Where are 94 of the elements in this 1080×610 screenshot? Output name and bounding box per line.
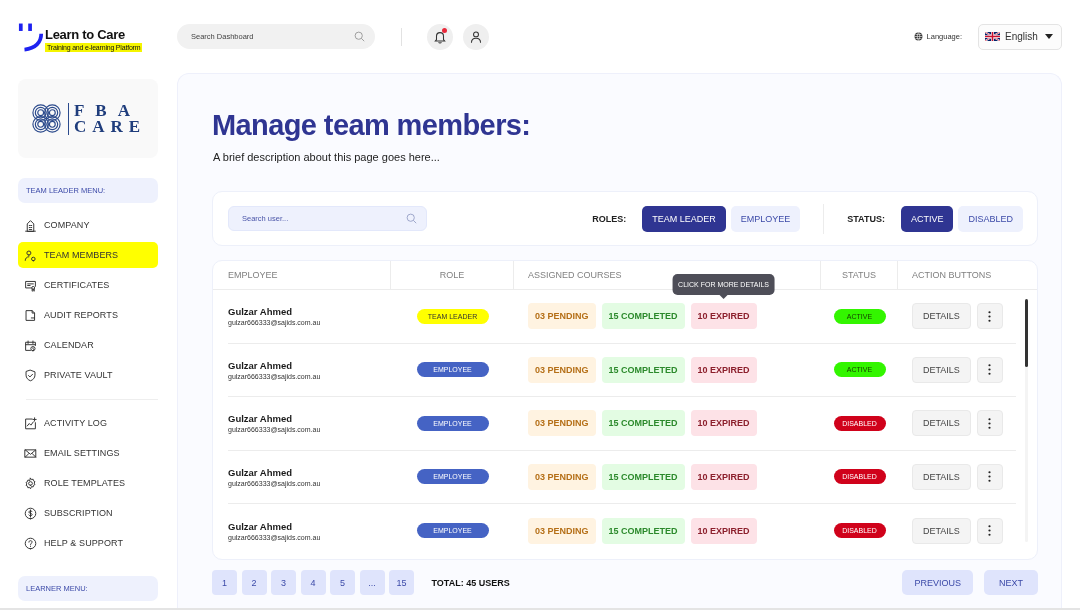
chart-icon — [24, 416, 37, 430]
column-header: ROLE — [391, 261, 514, 289]
course-count-chip[interactable]: 10 EXPIRED — [690, 410, 757, 437]
envelope-icon — [24, 446, 37, 460]
column-header: EMPLOYEE — [213, 261, 391, 289]
search-icon — [354, 31, 365, 42]
filter-label: STATUS: — [847, 213, 885, 224]
kebab-menu-icon — [988, 310, 992, 322]
sidebar-item[interactable]: CERTIFICATES — [18, 272, 158, 298]
dollar-icon — [24, 506, 37, 520]
course-count-chip[interactable]: 15 COMPLETED — [601, 356, 685, 383]
profile-button[interactable] — [463, 23, 489, 50]
details-button[interactable]: DETAILS — [912, 463, 971, 490]
details-button[interactable]: DETAILS — [912, 356, 971, 383]
shield-check-icon — [24, 368, 37, 382]
kebab-menu-icon — [988, 525, 992, 537]
course-count-chip[interactable]: 15 COMPLETED — [601, 463, 685, 490]
course-count-chip[interactable]: 10 EXPIRED — [690, 463, 757, 490]
details-button[interactable]: DETAILS — [912, 410, 971, 437]
details-button[interactable]: DETAILS — [912, 303, 971, 330]
language-dropdown[interactable]: English — [978, 23, 1062, 50]
column-header: STATUS — [821, 261, 898, 289]
page-button[interactable]: 5 — [330, 570, 355, 595]
question-icon — [24, 536, 37, 550]
page-button[interactable]: 4 — [300, 570, 326, 595]
more-options-button[interactable] — [976, 356, 1003, 383]
member-name: Gulzar Ahmed — [228, 520, 293, 532]
next-button[interactable]: NEXT — [984, 570, 1038, 595]
page-description: A brief description about this page goes here... — [213, 150, 441, 165]
member-name: Gulzar Ahmed — [228, 359, 293, 371]
sidebar-item[interactable]: HELP & SUPPORT — [18, 530, 158, 556]
member-name: Gulzar Ahmed — [228, 466, 293, 478]
notification-button[interactable] — [427, 23, 453, 50]
sidebar-item[interactable]: COMPANY — [18, 212, 158, 238]
course-count-chip[interactable]: 03 PENDING — [528, 356, 596, 383]
page-button[interactable]: 3 — [271, 570, 296, 595]
page-title: Manage team members: — [212, 108, 532, 143]
sidebar-item[interactable]: AUDIT REPORTS — [18, 302, 158, 328]
status-filter-button[interactable]: DISABLED — [958, 205, 1023, 232]
scrollbar-thumb[interactable] — [1025, 299, 1028, 367]
certificate-icon — [24, 278, 37, 292]
user-icon — [469, 29, 483, 44]
previous-button[interactable]: PREVIOUS — [902, 570, 973, 595]
course-count-chip[interactable]: 15 COMPLETED — [601, 410, 685, 437]
role-filter-button[interactable]: TEAM LEADER — [642, 205, 726, 232]
kebab-menu-icon — [988, 364, 992, 376]
kebab-menu-icon — [988, 417, 992, 429]
brand-name: Learn to Care — [45, 26, 125, 42]
gear-icon — [24, 476, 37, 490]
sidebar-item[interactable]: EMAIL SETTINGS — [18, 440, 158, 466]
building-icon — [24, 218, 37, 232]
status-filter-button[interactable]: ACTIVE — [900, 205, 954, 232]
sidebar-item[interactable]: TEAM MEMBERS — [18, 242, 158, 268]
more-options-button[interactable] — [976, 463, 1003, 490]
course-count-chip[interactable]: 03 PENDING — [528, 517, 596, 544]
uk-flag-icon — [985, 32, 1000, 41]
page-button[interactable]: 2 — [241, 570, 267, 595]
member-name: Gulzar Ahmed — [228, 413, 293, 425]
sidebar-item[interactable]: PRIVATE VAULT — [18, 362, 158, 388]
bell-icon — [433, 29, 447, 44]
more-options-button[interactable] — [976, 303, 1003, 330]
globe-icon — [913, 32, 923, 41]
sidebar-item[interactable]: ROLE TEMPLATES — [18, 470, 158, 496]
column-header: ACTION BUTTONS — [911, 269, 993, 282]
calendar-icon — [24, 338, 37, 352]
page-button[interactable]: 1 — [212, 570, 237, 595]
more-options-button[interactable] — [976, 410, 1003, 437]
course-count-chip[interactable]: 03 PENDING — [528, 410, 596, 437]
course-count-chip[interactable]: 10 EXPIRED — [690, 356, 757, 383]
sidebar-item[interactable]: SUBSCRIPTION — [18, 500, 158, 526]
member-name: Gulzar Ahmed — [228, 306, 293, 318]
document-icon — [24, 308, 37, 322]
course-count-chip[interactable]: 10 EXPIRED — [690, 517, 757, 544]
page-button[interactable]: ... — [359, 570, 385, 595]
details-button[interactable]: DETAILS — [912, 517, 971, 544]
sidebar-item[interactable]: CALENDAR — [18, 332, 158, 358]
course-count-chip[interactable]: 03 PENDING — [528, 463, 596, 490]
total-count: TOTAL: 45 USERS — [431, 577, 510, 588]
search-icon — [406, 213, 417, 224]
kebab-menu-icon — [988, 471, 992, 483]
course-count-chip[interactable]: 03 PENDING — [528, 303, 596, 330]
page-button[interactable]: 15 — [389, 570, 414, 595]
role-filter-button[interactable]: EMPLOYEE — [730, 205, 801, 232]
users-icon — [24, 248, 37, 262]
smile-logo-icon — [18, 21, 44, 52]
course-count-chip[interactable]: 10 EXPIRED — [690, 303, 757, 330]
caret-icon — [1045, 34, 1053, 39]
filter-label: ROLES: — [592, 213, 627, 224]
sidebar-item[interactable]: ACTIVITY LOG — [18, 410, 158, 436]
more-options-button[interactable] — [976, 517, 1003, 544]
course-count-chip[interactable]: 15 COMPLETED — [601, 517, 685, 544]
course-count-chip[interactable]: 15 COMPLETED — [601, 303, 685, 330]
organization-wordmark: FBA CARE — [73, 102, 147, 135]
knot-logo-icon — [29, 102, 63, 135]
